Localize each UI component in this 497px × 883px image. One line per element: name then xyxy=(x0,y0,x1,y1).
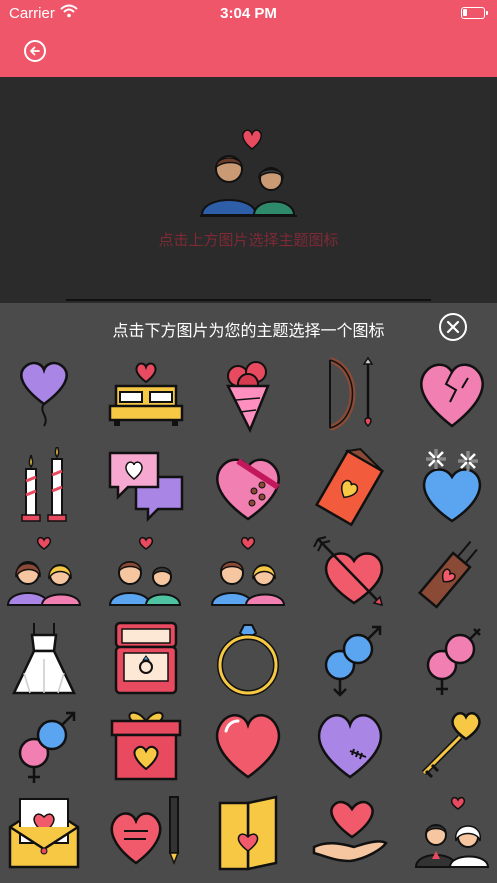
app-header: Carrier 3:04 PM xyxy=(0,0,497,77)
wedding-couple-icon[interactable] xyxy=(412,791,492,871)
male-symbols-icon[interactable] xyxy=(310,619,390,699)
couple-women-icon[interactable] xyxy=(4,533,84,613)
stitched-heart-icon[interactable] xyxy=(310,705,390,785)
selected-theme-icon[interactable] xyxy=(198,129,300,226)
balloon-heart-icon[interactable] xyxy=(4,354,84,434)
couple-men-icon[interactable] xyxy=(106,533,186,613)
wedding-dress-icon[interactable] xyxy=(4,619,84,699)
quiver-icon[interactable] xyxy=(412,533,492,613)
clock: 3:04 PM xyxy=(220,5,277,22)
chocolate-bar-icon[interactable] xyxy=(310,447,390,527)
bed-heart-icon[interactable] xyxy=(106,354,186,434)
gender-symbols-icon[interactable] xyxy=(4,705,84,785)
broken-heart-icon[interactable] xyxy=(412,354,492,434)
arrow-heart-icon[interactable] xyxy=(310,533,390,613)
arrow-left-icon xyxy=(30,46,40,56)
ring-box-icon[interactable] xyxy=(106,619,186,699)
candles-icon[interactable] xyxy=(4,447,84,527)
icon-picker-panel: 点击下方图片为您的主题选择一个图标 xyxy=(0,303,497,883)
status-bar: Carrier 3:04 PM xyxy=(0,4,497,24)
heart-hand-icon[interactable] xyxy=(310,791,390,871)
ring-icon[interactable] xyxy=(208,619,288,699)
close-button[interactable] xyxy=(439,313,467,341)
theme-preview: 点击上方图片选择主题图标 xyxy=(0,77,497,303)
chat-heart-icon[interactable] xyxy=(106,447,186,527)
close-icon xyxy=(446,320,460,334)
card-icon[interactable] xyxy=(208,791,288,871)
love-letter-icon[interactable] xyxy=(4,791,84,871)
snow-heart-icon[interactable] xyxy=(412,447,492,527)
heart-key-icon[interactable] xyxy=(412,705,492,785)
panel-title: 点击下方图片为您的主题选择一个图标 xyxy=(112,323,385,340)
female-symbols-icon[interactable] xyxy=(412,619,492,699)
chocolate-box-icon[interactable] xyxy=(208,447,288,527)
bow-arrow-icon[interactable] xyxy=(310,354,390,434)
heart-pen-icon[interactable] xyxy=(106,791,186,871)
gift-box-icon[interactable] xyxy=(106,705,186,785)
battery-icon xyxy=(461,7,488,19)
bouquet-icon[interactable] xyxy=(208,354,288,434)
back-button[interactable] xyxy=(24,40,46,62)
couple-icon[interactable] xyxy=(208,533,288,613)
drag-divider[interactable] xyxy=(66,299,431,301)
select-icon-hint: 点击上方图片选择主题图标 xyxy=(158,232,339,249)
heart-icon[interactable] xyxy=(208,705,288,785)
